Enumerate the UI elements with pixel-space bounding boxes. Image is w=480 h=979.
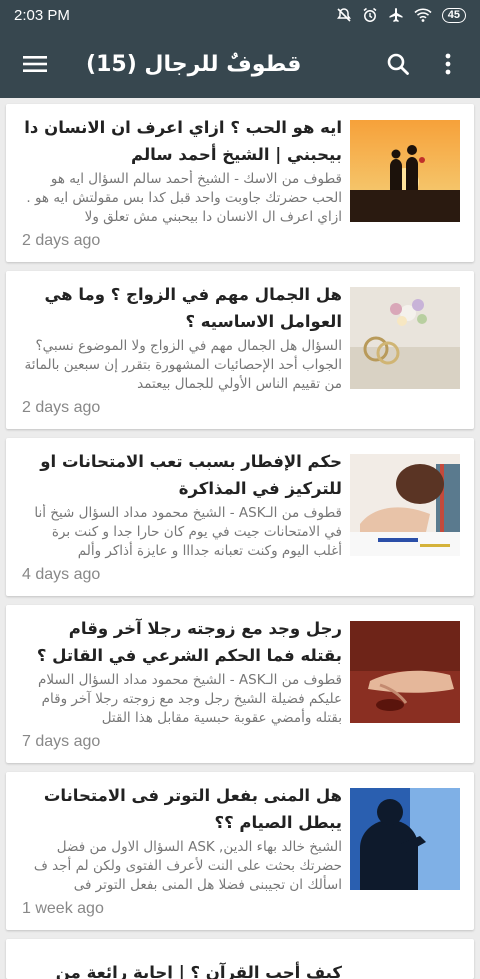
overflow-menu-button[interactable]	[430, 46, 466, 82]
app-bar: قطوفٌ للرجال (15)	[0, 30, 480, 98]
article-title[interactable]: كيف أحب القرآن ؟ | إجابة رائعة من الشيخ …	[22, 949, 342, 979]
article-title[interactable]: حكم الإفطار بسبب تعب الامتحانات او للترك…	[22, 448, 342, 502]
article-timestamp: 4 days ago	[22, 566, 101, 583]
article-card[interactable]: ايه هو الحب ؟ ازاي اعرف ان الانسان دا بي…	[6, 104, 474, 262]
article-timestamp: 2 days ago	[22, 232, 101, 249]
article-title[interactable]: هل المنى بفعل التوتر فى الامتحانات يبطل …	[22, 782, 342, 836]
status-icons: 45	[336, 7, 466, 23]
mute-icon	[336, 7, 352, 23]
search-button[interactable]	[380, 46, 416, 82]
article-feed[interactable]: ايه هو الحب ؟ ازاي اعرف ان الانسان دا بي…	[0, 98, 480, 979]
status-bar: 2:03 PM 45	[0, 0, 480, 30]
article-excerpt: قطوف من الاسك - الشيخ أحمد سالم السؤال ا…	[26, 171, 342, 225]
article-card[interactable]: هل المنى بفعل التوتر فى الامتحانات يبطل …	[6, 772, 474, 930]
article-excerpt: السؤال هل الجمال مهم في الزواج ولا الموض…	[24, 338, 342, 392]
more-vert-icon	[445, 53, 451, 75]
page-title: قطوفٌ للرجال (15)	[86, 51, 302, 77]
article-thumbnail-rings-flowers	[350, 287, 460, 389]
article-thumbnail-crime-scene	[350, 621, 460, 723]
article-card[interactable]: رجل وجد مع زوجته رجلا آخر وقام بقتله فما…	[6, 605, 474, 763]
status-time: 2:03 PM	[14, 6, 70, 24]
article-card[interactable]: حكم الإفطار بسبب تعب الامتحانات او للترك…	[6, 438, 474, 596]
article-timestamp: 2 days ago	[22, 399, 101, 416]
article-thumbnail-couple-sunset	[350, 120, 460, 222]
article-excerpt: قطوف من الـASK - الشيخ محمود مداد السؤال…	[34, 505, 342, 559]
hamburger-icon	[23, 56, 47, 72]
airplane-icon	[388, 7, 404, 23]
article-card[interactable]: هل الجمال مهم في الزواج ؟ وما هي العوامل…	[6, 271, 474, 429]
article-timestamp: 7 days ago	[22, 733, 101, 750]
article-title[interactable]: هل الجمال مهم في الزواج ؟ وما هي العوامل…	[22, 281, 342, 335]
article-card-partial[interactable]: كيف أحب القرآن ؟ | إجابة رائعة من الشيخ …	[6, 939, 474, 979]
menu-button[interactable]	[20, 49, 50, 79]
article-thumbnail-stressed-man	[350, 788, 460, 890]
search-icon	[387, 53, 409, 75]
article-timestamp: 1 week ago	[22, 900, 104, 917]
article-excerpt: الشيخ خالد بهاء الدين, ASK السؤال الاول …	[33, 839, 342, 893]
wifi-icon	[414, 7, 432, 23]
alarm-icon	[362, 7, 378, 23]
article-title[interactable]: ايه هو الحب ؟ ازاي اعرف ان الانسان دا بي…	[22, 114, 342, 168]
article-excerpt: قطوف من الـASK - الشيخ محمود مداد السؤال…	[38, 672, 342, 726]
battery-indicator: 45	[441, 7, 466, 23]
article-title[interactable]: رجل وجد مع زوجته رجلا آخر وقام بقتله فما…	[22, 615, 342, 669]
article-thumbnail-student-sleeping	[350, 454, 460, 556]
